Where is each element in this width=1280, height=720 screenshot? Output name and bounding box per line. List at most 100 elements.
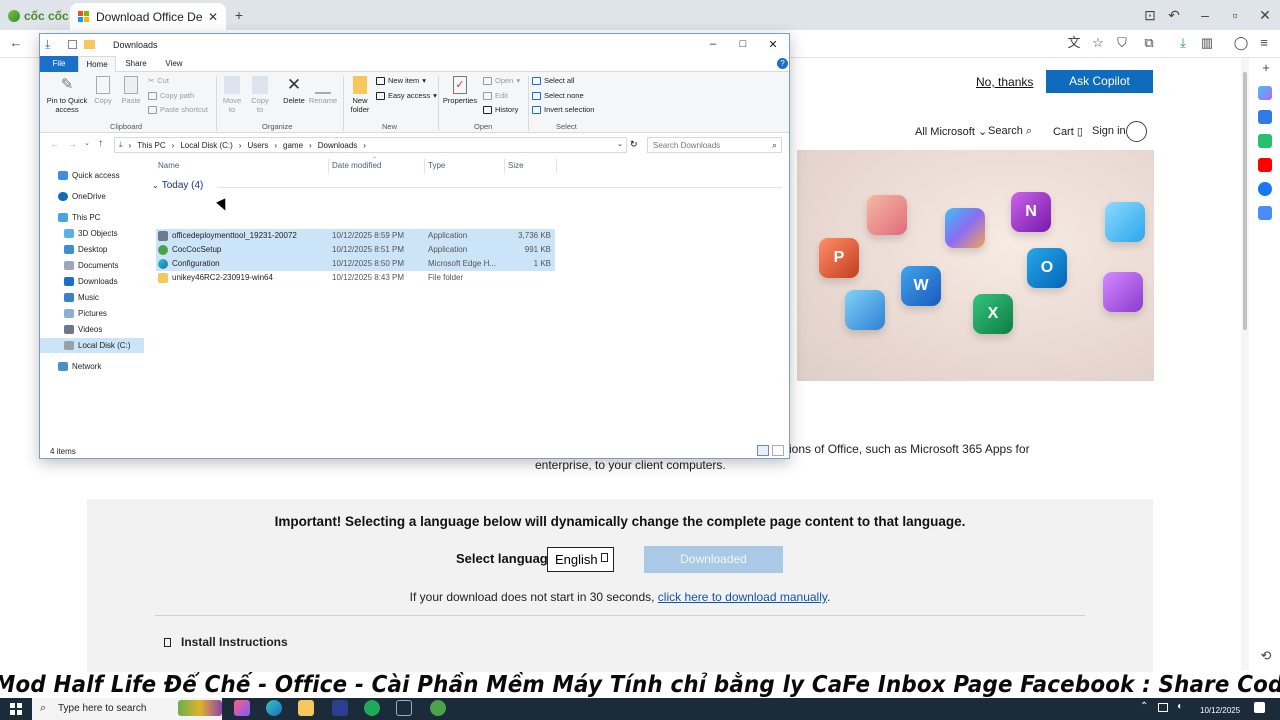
- file-row[interactable]: Configuration 10/12/2025 8:50 PM Microso…: [156, 257, 555, 271]
- column-type[interactable]: Type: [428, 161, 445, 170]
- breadcrumb-downloads[interactable]: Downloads: [318, 141, 358, 150]
- site-search-link[interactable]: Search ⌕: [988, 125, 1032, 138]
- bookmark-star-icon[interactable]: ☆: [1090, 35, 1106, 51]
- group-header-today[interactable]: ⌄ Today (4): [152, 180, 203, 191]
- facebook-sidebar-icon[interactable]: [1258, 182, 1272, 196]
- translate-icon[interactable]: 文: [1066, 35, 1082, 51]
- cart-link[interactable]: Cart ▯: [1053, 125, 1083, 138]
- nav-desktop[interactable]: Desktop: [64, 242, 107, 256]
- sign-in-link[interactable]: Sign in: [1092, 125, 1126, 137]
- file-row[interactable]: unikey46RC2-230919-win64 10/12/2025 8:43…: [156, 271, 555, 285]
- notification-icon[interactable]: [1254, 702, 1265, 713]
- browser-tab-active[interactable]: Download Office Deployme ✕: [70, 3, 226, 30]
- up-folder-icon[interactable]: ↑: [98, 138, 103, 149]
- cut-button[interactable]: ✂ Cut: [148, 76, 169, 85]
- explorer-title-bar[interactable]: ⤓ Downloads – □ ✕: [40, 34, 789, 56]
- explorer-minimize-icon[interactable]: –: [706, 38, 720, 50]
- move-to-button[interactable]: Move to: [220, 76, 244, 114]
- copilot-sidebar-icon[interactable]: [1258, 86, 1272, 100]
- taskbar-app-icon[interactable]: [234, 700, 250, 716]
- tray-volume-icon[interactable]: ◖: [1176, 701, 1182, 712]
- extensions-icon[interactable]: ⧉: [1141, 35, 1157, 51]
- avatar-icon[interactable]: [1126, 121, 1147, 142]
- nav-documents[interactable]: Documents: [64, 258, 118, 272]
- download-icon[interactable]: ⤓: [1175, 35, 1191, 51]
- taskbar-coccoc-icon[interactable]: [430, 700, 446, 716]
- select-none-button[interactable]: Select none: [532, 91, 584, 100]
- breadcrumb-this-pc[interactable]: This PC: [137, 141, 165, 150]
- tray-network-icon[interactable]: [1158, 703, 1168, 712]
- calendar-sidebar-icon[interactable]: [1258, 110, 1272, 124]
- new-item-button[interactable]: New item ▾: [376, 76, 426, 85]
- profile-icon[interactable]: ◯: [1233, 35, 1249, 51]
- recent-locations-icon[interactable]: ⌄: [84, 139, 90, 147]
- forward-nav-icon[interactable]: →: [68, 139, 77, 149]
- quick-access-toolbar-icon[interactable]: ⤓: [45, 38, 57, 50]
- select-all-button[interactable]: Select all: [532, 76, 574, 85]
- restore-icon[interactable]: ▫: [1226, 6, 1244, 24]
- paste-shortcut-button[interactable]: Paste shortcut: [148, 105, 208, 114]
- all-microsoft-menu[interactable]: All Microsoft ⌄: [915, 125, 987, 138]
- column-separator[interactable]: [424, 159, 425, 173]
- large-icons-view-icon[interactable]: [772, 445, 784, 456]
- nav-pictures[interactable]: Pictures: [64, 306, 107, 320]
- messenger-sidebar-icon[interactable]: [1258, 134, 1272, 148]
- nav-videos[interactable]: Videos: [64, 322, 102, 336]
- taskbar-app-icon[interactable]: [396, 700, 412, 716]
- ask-copilot-button[interactable]: Ask Copilot: [1046, 70, 1153, 93]
- column-name[interactable]: Name: [158, 161, 179, 170]
- tab-file[interactable]: File: [40, 56, 78, 72]
- menu-icon[interactable]: ≡: [1256, 35, 1272, 51]
- shield-icon[interactable]: ⛉: [1114, 35, 1130, 51]
- column-date-modified[interactable]: Date modified: [332, 161, 381, 170]
- language-select[interactable]: English: [547, 547, 614, 572]
- easy-access-button[interactable]: Easy access ▾: [376, 91, 437, 100]
- tab-home[interactable]: Home: [78, 56, 116, 72]
- download-manually-link[interactable]: click here to download manually: [658, 590, 827, 604]
- taskbar-edge-icon[interactable]: [266, 700, 282, 716]
- taskbar-app-icon[interactable]: [178, 700, 222, 716]
- nav-downloads[interactable]: Downloads: [64, 274, 118, 288]
- taskbar-date[interactable]: 10/12/2025: [1200, 706, 1240, 715]
- search-downloads-input[interactable]: Search Downloads ⌕: [647, 137, 782, 153]
- new-tab-button[interactable]: +: [230, 6, 248, 24]
- close-tab-icon[interactable]: ✕: [208, 10, 218, 24]
- column-size[interactable]: Size: [508, 161, 524, 170]
- minimize-icon[interactable]: –: [1196, 6, 1214, 24]
- details-view-icon[interactable]: [757, 445, 769, 456]
- address-dropdown-icon[interactable]: ⌄: [617, 140, 623, 148]
- back-icon[interactable]: ←: [8, 35, 24, 51]
- taskbar-file-explorer-icon[interactable]: [298, 700, 314, 716]
- taskbar-app-icon[interactable]: [364, 700, 380, 716]
- browser-logo[interactable]: cốc cốc: [8, 8, 69, 24]
- downloaded-button[interactable]: Downloaded: [644, 546, 783, 573]
- tray-chevron-icon[interactable]: ⌃: [1140, 701, 1148, 712]
- install-instructions-toggle[interactable]: Install Instructions: [164, 635, 288, 649]
- rename-button[interactable]: Rename: [308, 76, 338, 105]
- breadcrumb-local-disk[interactable]: Local Disk (C:): [180, 141, 232, 150]
- delete-button[interactable]: ✕ Delete: [280, 76, 308, 106]
- copy-to-button[interactable]: Copy to: [248, 76, 272, 114]
- breadcrumb-game[interactable]: game: [283, 141, 303, 150]
- properties-button[interactable]: ✓ Properties: [442, 76, 478, 105]
- nav-local-disk[interactable]: Local Disk (C:): [64, 338, 130, 352]
- file-row[interactable]: officedeploymenttool_19231-20072 10/12/2…: [156, 229, 555, 243]
- nav-quick-access[interactable]: Quick access: [58, 168, 120, 182]
- scrollbar-thumb[interactable]: [1243, 72, 1247, 330]
- translate-sidebar-icon[interactable]: [1258, 206, 1272, 220]
- history-button[interactable]: History: [483, 105, 518, 114]
- breadcrumb-users[interactable]: Users: [247, 141, 268, 150]
- edit-button[interactable]: Edit: [483, 91, 508, 100]
- column-separator[interactable]: [504, 159, 505, 173]
- pin-quick-access-button[interactable]: ✎ Pin to Quick access: [44, 76, 90, 114]
- refresh-icon[interactable]: ↻: [630, 139, 638, 150]
- folder-qat-icon[interactable]: [84, 40, 95, 49]
- sidebar-history-icon[interactable]: ⟲: [1258, 648, 1274, 664]
- windows-start-icon[interactable]: [10, 703, 22, 715]
- page-scrollbar[interactable]: [1241, 58, 1249, 670]
- new-folder-button[interactable]: New folder: [346, 76, 374, 114]
- copy-path-button[interactable]: Copy path: [148, 91, 194, 100]
- back-nav-icon[interactable]: ←: [50, 139, 59, 149]
- tab-view[interactable]: View: [160, 56, 188, 72]
- no-thanks-link[interactable]: No, thanks: [976, 75, 1033, 89]
